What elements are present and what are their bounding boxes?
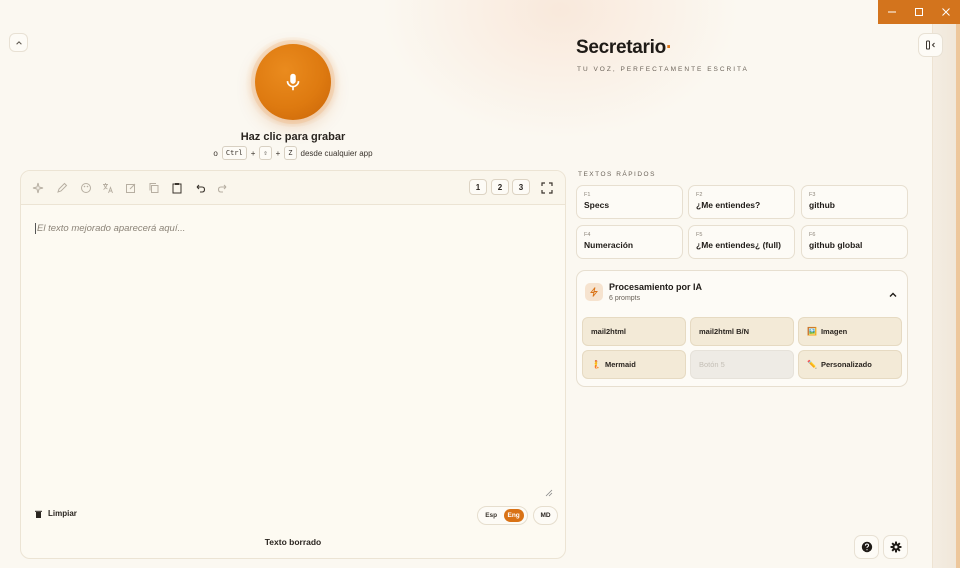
window-controls [878, 0, 960, 24]
quick-text-label: Numeración [584, 240, 634, 250]
help-icon [861, 541, 872, 553]
minimize-icon [887, 11, 896, 13]
resize-grip-icon[interactable] [545, 484, 553, 497]
key-shift: ⇧ [259, 146, 272, 160]
editor-card: 1 2 3 El texto mejorado aparecerá aquí..… [20, 170, 566, 559]
gear-icon [890, 541, 901, 553]
quick-text-github[interactable]: F3 github [801, 185, 908, 219]
settings-button[interactable] [883, 535, 908, 559]
quick-text-key: F6 [809, 232, 816, 238]
prompt-label: Botón 5 [699, 360, 725, 369]
record-label: Haz clic para grabar [240, 131, 346, 143]
quick-text-key: F1 [584, 192, 591, 198]
prompt-button-boton-5[interactable]: Botón 5 [690, 350, 794, 379]
quick-text-key: F3 [809, 192, 816, 198]
brand-name: Secretario [576, 37, 666, 58]
quick-text-label: ¿Me entiendes¿ (full) [696, 240, 781, 250]
prompt-label: Mermaid [604, 360, 636, 369]
lightning-icon [585, 283, 603, 301]
quick-text-key: F4 [584, 232, 591, 238]
trash-icon [35, 510, 42, 518]
ai-title: Procesamiento por IA [609, 282, 703, 292]
status-message: Texto borrado [264, 537, 322, 547]
minimize-button[interactable] [878, 0, 905, 24]
markdown-button[interactable]: MD [533, 506, 558, 525]
editor-toolbar: 1 2 3 [21, 171, 565, 205]
app-title: Secretario· [576, 37, 672, 59]
editor-text-area[interactable]: El texto mejorado aparecerá aquí... [35, 223, 185, 234]
quick-text-me-entiendes[interactable]: F2 ¿Me entiendes? [688, 185, 795, 219]
shortcut-suffix: desde cualquier app [300, 148, 373, 158]
copy-icon[interactable] [147, 181, 161, 195]
quick-text-github-global[interactable]: F6 github global [801, 225, 908, 259]
clear-button[interactable]: Limpiar [35, 509, 77, 518]
prompt-button-personalizado[interactable]: ✏️ Personalizado [798, 350, 902, 379]
translate-icon[interactable] [101, 181, 115, 195]
key-ctrl: Ctrl [221, 146, 247, 160]
shortcut-prefix: o [213, 148, 218, 158]
lang-option-esp[interactable]: Esp [481, 509, 501, 522]
edit-note-icon[interactable] [124, 181, 138, 195]
quick-text-me-entiendes-full[interactable]: F5 ¿Me entiendes¿ (full) [688, 225, 795, 259]
brand-dot: · [665, 37, 672, 58]
chevron-up-icon[interactable] [888, 287, 898, 297]
clear-label: Limpiar [48, 509, 77, 518]
record-button[interactable] [255, 44, 331, 120]
quick-text-specs[interactable]: F1 Specs [576, 185, 683, 219]
prompt-button-mail2html-bn[interactable]: mail2html B/N [690, 317, 794, 346]
prompt-button-imagen[interactable]: 🖼️ Imagen [798, 317, 902, 346]
mermaid-icon: 🧜 [591, 360, 601, 369]
quick-text-label: github global [809, 240, 863, 250]
help-button[interactable] [854, 535, 879, 559]
language-toggle: Esp Eng [477, 506, 528, 525]
prompt-label: Imagen [820, 327, 848, 336]
pencil-icon[interactable] [55, 181, 69, 195]
window-edge [932, 24, 960, 568]
toggle-panel-button[interactable] [918, 33, 943, 57]
plus-sign: + [275, 148, 281, 158]
palette-icon[interactable] [79, 181, 93, 195]
quick-texts-heading: TEXTOS RÁPIDOS [578, 171, 656, 178]
fullscreen-icon[interactable] [541, 181, 555, 195]
prompt-label: Personalizado [820, 360, 872, 369]
tagline: TU VOZ, PERFECTAMENTE ESCRITA [577, 66, 749, 73]
lang-option-eng[interactable]: Eng [503, 509, 524, 522]
slot-button-3[interactable]: 3 [512, 179, 530, 195]
ai-processing-card: Procesamiento por IA 6 prompts mail2html… [576, 270, 908, 387]
prompt-button-mail2html[interactable]: mail2html [582, 317, 686, 346]
redo-icon[interactable] [216, 181, 230, 195]
sidebar-collapse-icon [925, 40, 935, 50]
plus-sign: + [250, 148, 256, 158]
prompt-label: mail2html B/N [699, 327, 750, 336]
chevron-up-icon [15, 40, 22, 45]
pencil-icon: ✏️ [807, 360, 817, 369]
clipboard-icon[interactable] [170, 181, 184, 195]
sparkle-icon[interactable] [31, 181, 45, 195]
prompt-button-mermaid[interactable]: 🧜 Mermaid [582, 350, 686, 379]
quick-text-key: F5 [696, 232, 703, 238]
slot-button-2[interactable]: 2 [491, 179, 509, 195]
maximize-icon [914, 8, 923, 16]
slot-button-1[interactable]: 1 [469, 179, 487, 195]
quick-text-key: F2 [696, 192, 703, 198]
key-z: Z [284, 146, 297, 160]
prompt-label: mail2html [591, 327, 627, 336]
quick-text-numeracion[interactable]: F4 Numeración [576, 225, 683, 259]
quick-text-label: github [809, 200, 835, 210]
undo-icon[interactable] [193, 181, 207, 195]
close-icon [942, 8, 951, 16]
shortcut-hint: o Ctrl + ⇧ + Z desde cualquier app [193, 145, 393, 161]
quick-text-label: ¿Me entiendes? [696, 200, 761, 210]
quick-text-label: Specs [584, 200, 610, 210]
ai-prompt-count: 6 prompts [609, 295, 641, 302]
image-icon: 🖼️ [807, 327, 817, 336]
maximize-button[interactable] [905, 0, 932, 24]
collapse-button[interactable] [9, 33, 28, 52]
microphone-icon [286, 73, 300, 91]
close-button[interactable] [933, 0, 960, 24]
